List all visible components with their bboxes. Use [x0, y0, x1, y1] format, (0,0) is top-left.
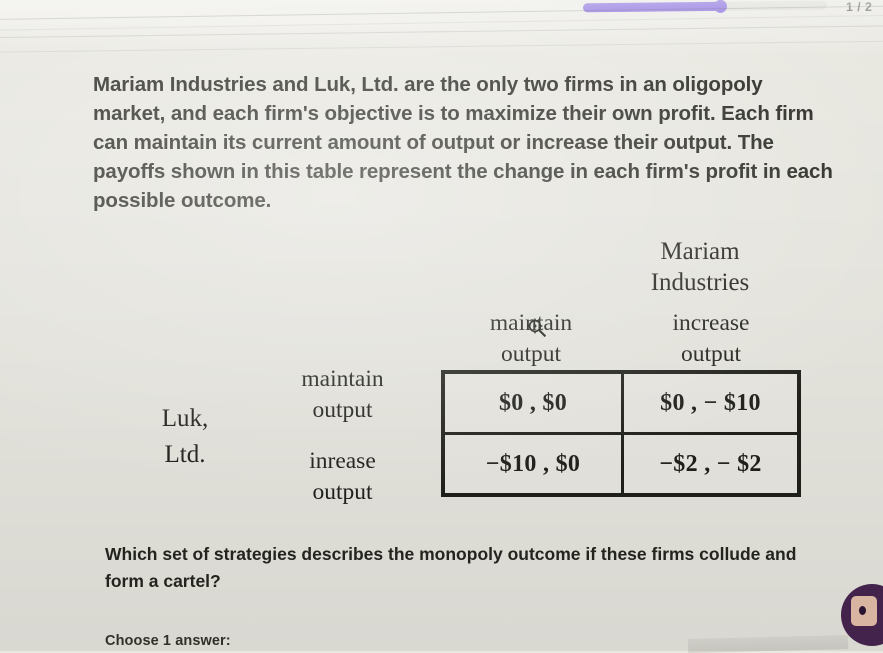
row-header-1-line2: output [312, 479, 373, 505]
row-player-line1: Luk, [161, 405, 209, 432]
progress-header: 1 / 2 [0, 0, 883, 26]
progress-bar-fill [582, 1, 720, 13]
column-header-0-line1: maintain [489, 310, 573, 336]
row-player-line2: Ltd. [164, 441, 206, 468]
row-header-increase-output: inrease output [255, 446, 430, 508]
column-header-increase-output: increase output [621, 308, 801, 370]
payoff-cell-1-0: −$10 , $0 [445, 435, 621, 493]
payoff-matrix: Mariam Industries maintain output increa… [100, 236, 820, 516]
progress-bar-knob[interactable] [713, 0, 727, 13]
row-header-0-line1: maintain [301, 366, 384, 392]
table-row: $0 , $0 $0 , − $10 [445, 374, 797, 432]
screen-glare-line [0, 39, 883, 54]
row-header-maintain-output: maintain output [255, 364, 430, 426]
row-header-1-line1: inrease [309, 448, 376, 474]
progress-bar-track[interactable] [582, 0, 828, 13]
question-prompt: Which set of strategies describes the mo… [105, 544, 797, 591]
column-player-line2: Industries [650, 269, 750, 296]
column-player-label: Mariam Industries [550, 236, 850, 298]
question-counter: 1 / 2 [845, 0, 873, 15]
question-stem: Mariam Industries and Luk, Ltd. are the … [93, 73, 833, 212]
table-row: −$10 , $0 −$2 , − $2 [445, 432, 797, 493]
payoff-cell-0-1: $0 , − $10 [621, 374, 797, 432]
column-header-0-line2: output [500, 341, 562, 367]
column-headers: maintain output increase output [441, 308, 801, 370]
column-header-1-line1: increase [672, 310, 750, 336]
answer-sheet-edge [687, 635, 849, 653]
payoff-cell-1-1: −$2 , − $2 [621, 435, 797, 493]
row-header-0-line2: output [312, 397, 373, 423]
payoff-cell-0-0: $0 , $0 [445, 374, 621, 432]
column-header-maintain-output: maintain output [441, 308, 621, 370]
row-headers: maintain output inrease output [255, 364, 430, 508]
screen-glare-line [0, 24, 883, 39]
choose-answer-label: Choose 1 answer: [105, 633, 231, 649]
column-header-1-line2: output [680, 341, 742, 367]
row-player-label: Luk, Ltd. [120, 401, 250, 473]
avatar-detail-icon [859, 606, 866, 615]
payoff-grid: $0 , $0 $0 , − $10 −$10 , $0 −$2 , − $2 [441, 370, 801, 497]
column-player-line1: Mariam [660, 238, 740, 265]
